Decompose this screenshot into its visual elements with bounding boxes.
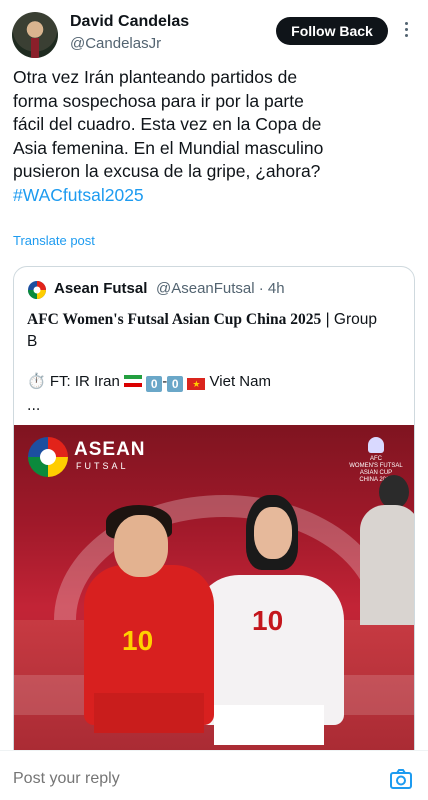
quoted-title-rest: | Group bbox=[321, 311, 377, 328]
media-brand: ASEAN bbox=[74, 439, 146, 460]
quoted-post-title: AFC Women's Futsal Asian Cup China 2025 … bbox=[27, 309, 403, 353]
red-player-face bbox=[114, 515, 168, 577]
more-icon[interactable] bbox=[402, 20, 410, 42]
reply-bar bbox=[0, 750, 428, 800]
score-team2: Viet Nam bbox=[209, 373, 271, 390]
iran-flag-icon bbox=[124, 375, 143, 387]
quoted-ellipsis: ... bbox=[27, 398, 41, 414]
red-player-number: 10 bbox=[122, 625, 154, 656]
post-text-line: Asia femenina. En el Mundial masculino bbox=[13, 137, 324, 158]
trophy-icon bbox=[368, 437, 384, 453]
author-display-name[interactable]: David Candelas bbox=[70, 13, 189, 31]
post-header: David Candelas @CandelasJr Follow Back bbox=[0, 0, 428, 62]
quoted-score-line: ⏱️ FT: IR Iran 0-0 ★ Viet Nam bbox=[27, 372, 271, 392]
camera-icon[interactable] bbox=[389, 767, 413, 791]
post-text-line: pusieron la excusa de la gripe, ¿ahora? bbox=[13, 161, 321, 181]
post-text-line: fácil del cuadro. Esta vez en la Copa de bbox=[13, 114, 322, 134]
cup-line: AFC bbox=[370, 456, 382, 462]
white-player-face bbox=[254, 507, 292, 559]
quoted-author-name[interactable]: Asean Futsal bbox=[54, 280, 147, 297]
score-home: 0 bbox=[146, 376, 163, 392]
post-text-line: forma sospechosa para ir por la parte bbox=[13, 90, 304, 111]
asean-logo-icon bbox=[28, 437, 68, 477]
background-person-head bbox=[379, 475, 409, 509]
cup-line: WOMEN'S FUTSAL bbox=[349, 463, 403, 469]
reply-input[interactable] bbox=[13, 770, 220, 788]
asean-futsal-logo-icon bbox=[28, 281, 46, 299]
quoted-title-bold: AFC Women's Futsal Asian Cup China 2025 bbox=[27, 311, 322, 328]
background-person bbox=[360, 505, 414, 625]
quoted-post[interactable]: Asean Futsal @AseanFutsal · 4h AFC Women… bbox=[13, 266, 415, 800]
follow-back-button[interactable]: Follow Back bbox=[276, 17, 388, 45]
white-player-body bbox=[194, 575, 344, 725]
vietnam-flag-icon: ★ bbox=[187, 378, 206, 390]
post-text: Otra vez Irán planteando partidos de for… bbox=[13, 66, 418, 207]
media-brand-sub: FUTSAL bbox=[76, 461, 129, 471]
white-player-shorts bbox=[214, 705, 324, 745]
quoted-author-handle[interactable]: @AseanFutsal · 4h bbox=[156, 280, 285, 297]
translate-post-link[interactable]: Translate post bbox=[13, 233, 95, 248]
hashtag-link[interactable]: #WACfutsal2025 bbox=[13, 184, 418, 208]
post-text-line: Otra vez Irán planteando partidos de bbox=[13, 67, 298, 87]
score-away: 0 bbox=[167, 376, 184, 392]
author-handle[interactable]: @CandelasJr bbox=[70, 35, 161, 52]
red-player-shorts bbox=[94, 693, 204, 733]
avatar[interactable] bbox=[12, 12, 58, 58]
quoted-title-line2: B bbox=[27, 333, 38, 350]
white-player-number: 10 bbox=[252, 605, 284, 636]
quoted-media-image[interactable]: ASEAN FUTSAL AFC WOMEN'S FUTSAL ASIAN CU… bbox=[14, 425, 414, 755]
score-prefix: ⏱️ FT: IR Iran bbox=[27, 373, 120, 390]
